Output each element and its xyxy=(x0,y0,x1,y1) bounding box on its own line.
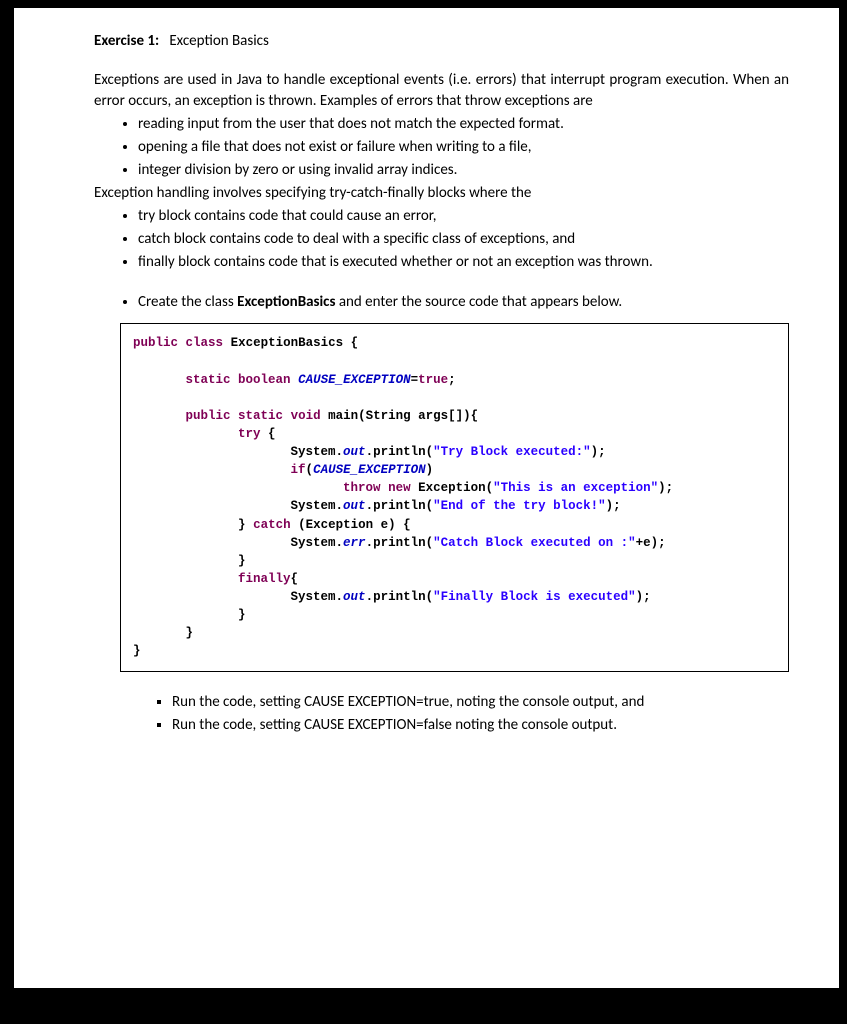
code-text: } xyxy=(238,608,246,622)
code-text: ; xyxy=(448,373,456,387)
code-text: System. xyxy=(291,590,344,604)
code-keyword: static xyxy=(186,373,231,387)
code-string: "Try Block executed:" xyxy=(433,445,591,459)
code-keyword: class xyxy=(186,336,224,350)
code-text: System. xyxy=(291,536,344,550)
exercise-heading: Exercise 1: Exception Basics xyxy=(94,32,789,50)
list-item: integer division by zero or using invali… xyxy=(138,160,789,182)
code-text: ExceptionBasics { xyxy=(231,336,359,350)
exercise-label: Exercise 1: xyxy=(94,32,159,50)
code-keyword: throw xyxy=(343,481,381,495)
code-text: main(String args[]){ xyxy=(328,409,478,423)
code-var: out xyxy=(343,590,366,604)
code-var: CAUSE_EXCEPTION xyxy=(313,463,426,477)
code-string: "Catch Block executed on :" xyxy=(433,536,636,550)
blocks-list: try block contains code that could cause… xyxy=(94,206,789,273)
code-keyword: boolean xyxy=(238,373,291,387)
code-text: .println( xyxy=(366,499,434,513)
list-item: try block contains code that could cause… xyxy=(138,206,789,228)
code-text: .println( xyxy=(366,536,434,550)
code-text: .println( xyxy=(366,590,434,604)
code-var: err xyxy=(343,536,366,550)
examples-list: reading input from the user that does no… xyxy=(94,114,789,181)
list-item: opening a file that does not exist or fa… xyxy=(138,137,789,159)
list-item: Run the code, setting CAUSE EXCEPTION=tr… xyxy=(172,692,789,714)
list-item: finally block contains code that is exec… xyxy=(138,252,789,274)
intro-paragraph: Exceptions are used in Java to handle ex… xyxy=(94,70,789,112)
code-text: ); xyxy=(591,445,606,459)
code-text: ) xyxy=(426,463,434,477)
code-text: = xyxy=(411,373,419,387)
code-keyword: true xyxy=(418,373,448,387)
code-text: ); xyxy=(606,499,621,513)
code-block: public class ExceptionBasics { static bo… xyxy=(120,323,789,671)
create-class-name: ExceptionBasics xyxy=(237,293,335,311)
code-keyword: new xyxy=(388,481,411,495)
create-text-post: and enter the source code that appears b… xyxy=(335,293,622,311)
exercise-subtitle: Exception Basics xyxy=(169,32,269,50)
list-item: reading input from the user that does no… xyxy=(138,114,789,136)
code-var: out xyxy=(343,499,366,513)
code-text: } xyxy=(238,518,246,532)
code-var: out xyxy=(343,445,366,459)
code-keyword: finally xyxy=(238,572,291,586)
document-page: Exercise 1: Exception Basics Exceptions … xyxy=(14,8,839,988)
code-text: System. xyxy=(291,445,344,459)
code-keyword: if xyxy=(291,463,306,477)
code-text: ); xyxy=(658,481,673,495)
code-text: (Exception e) { xyxy=(291,518,411,532)
code-var: CAUSE_EXCEPTION xyxy=(298,373,411,387)
code-text: .println( xyxy=(366,445,434,459)
code-keyword: catch xyxy=(253,518,291,532)
code-string: "End of the try block!" xyxy=(433,499,606,513)
code-keyword: static xyxy=(238,409,283,423)
list-item: catch block contains code to deal with a… xyxy=(138,229,789,251)
code-text: { xyxy=(261,427,276,441)
list-item: Run the code, setting CAUSE EXCEPTION=fa… xyxy=(172,715,789,737)
code-string: "This is an exception" xyxy=(493,481,658,495)
run-instructions: Run the code, setting CAUSE EXCEPTION=tr… xyxy=(128,692,789,738)
handling-intro: Exception handling involves specifying t… xyxy=(94,183,789,204)
code-string: "Finally Block is executed" xyxy=(433,590,636,604)
list-item: Create the class ExceptionBasics and ent… xyxy=(138,292,789,314)
code-keyword: public xyxy=(186,409,231,423)
code-text: ( xyxy=(306,463,314,477)
code-text: { xyxy=(291,572,299,586)
code-text: } xyxy=(186,626,194,640)
code-keyword: void xyxy=(291,409,321,423)
code-text: Exception( xyxy=(418,481,493,495)
code-keyword: public xyxy=(133,336,178,350)
create-text-pre: Create the class xyxy=(138,293,237,311)
code-text: } xyxy=(238,554,246,568)
code-text: +e); xyxy=(636,536,666,550)
create-instruction: Create the class ExceptionBasics and ent… xyxy=(94,292,789,314)
code-text: } xyxy=(133,644,141,658)
code-text: System. xyxy=(291,499,344,513)
code-text: ); xyxy=(636,590,651,604)
code-keyword: try xyxy=(238,427,261,441)
